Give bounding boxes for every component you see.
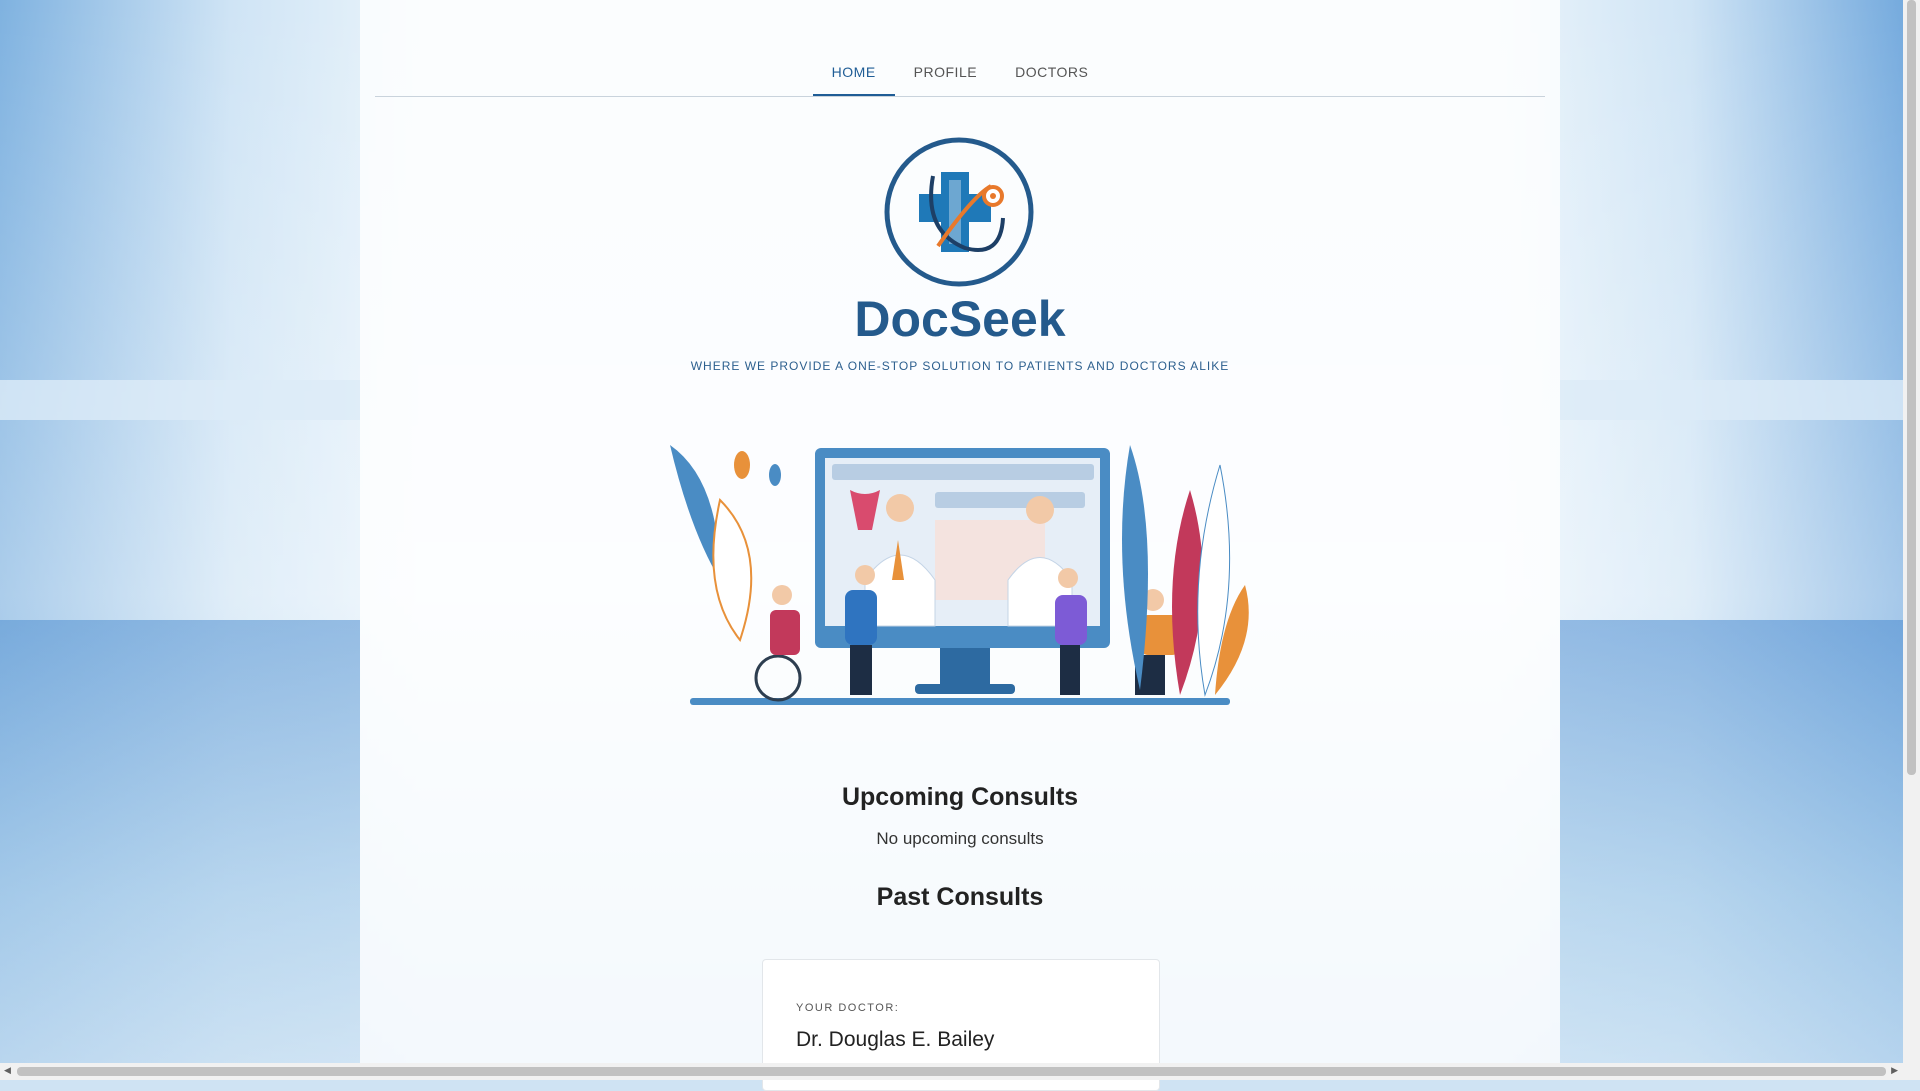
horizontal-scroll-thumb[interactable] <box>17 1067 1886 1076</box>
telemedicine-illustration <box>670 445 1249 705</box>
your-doctor-label: YOUR DOCTOR: <box>796 1002 900 1014</box>
background-floor-right <box>1560 620 1920 1080</box>
medical-cross-stethoscope-icon <box>884 137 1034 287</box>
vertical-scrollbar[interactable] <box>1903 0 1920 1063</box>
brand-tagline: WHERE WE PROVIDE A ONE-STOP SOLUTION TO … <box>690 359 1230 373</box>
upcoming-consults-heading: Upcoming Consults <box>841 783 1079 811</box>
background-wall-stripe-right <box>1560 380 1920 420</box>
main-panel: HOME PROFILE DOCTORS DocSeek WHERE WE PR… <box>360 0 1560 1091</box>
scroll-right-icon[interactable]: ▶ <box>1891 1066 1898 1076</box>
background-wall-stripe-left <box>0 380 360 420</box>
scroll-left-icon[interactable]: ◀ <box>4 1066 11 1076</box>
horizontal-scrollbar[interactable]: ◀ ▶ <box>0 1063 1920 1080</box>
brand-name: DocSeek <box>854 291 1066 347</box>
no-upcoming-text: No upcoming consults <box>876 829 1044 848</box>
vertical-scroll-thumb[interactable] <box>1907 0 1916 775</box>
background-floor-left <box>0 620 360 1080</box>
nav-profile[interactable]: PROFILE <box>895 64 996 96</box>
past-consults-heading: Past Consults <box>876 883 1044 911</box>
top-nav: HOME PROFILE DOCTORS <box>375 46 1545 97</box>
doctor-name: Dr. Douglas E. Bailey <box>796 1028 995 1051</box>
nav-home[interactable]: HOME <box>812 64 895 96</box>
nav-doctors[interactable]: DOCTORS <box>996 64 1107 96</box>
